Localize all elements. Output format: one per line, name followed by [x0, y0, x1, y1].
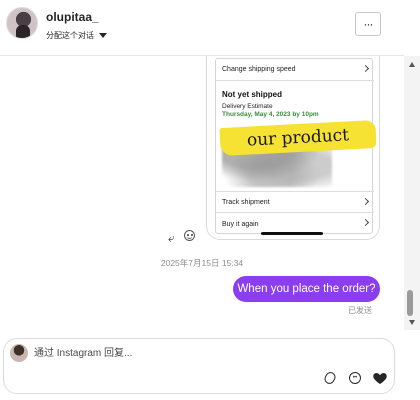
message-composer: •• [3, 338, 395, 394]
avatar [10, 344, 28, 362]
chevron-right-icon [361, 64, 370, 73]
heart-icon[interactable] [372, 370, 388, 386]
change-shipping-label: Change shipping speed [222, 66, 296, 73]
message-input[interactable] [34, 344, 334, 362]
paperclip-icon[interactable] [322, 370, 338, 386]
dm-thread-page: olupitaa_ 分配这个对话 ··· Change shipping spe… [0, 0, 420, 400]
chevron-down-icon [99, 33, 107, 38]
change-shipping-row: Change shipping speed [216, 59, 374, 81]
more-icon: ··· [363, 17, 374, 31]
delivery-estimate-date: Thursday, May 4, 2023 by 10pm [222, 111, 319, 118]
reply-icon[interactable]: ⤶ [168, 231, 175, 246]
assign-conversation-dropdown[interactable]: 分配这个对话 [46, 30, 107, 41]
sticker-icon[interactable]: •• [349, 372, 361, 384]
track-shipment-label: Track shipment [222, 198, 270, 206]
buy-again-label: Buy it again [222, 220, 259, 228]
scrollbar[interactable] [404, 56, 420, 330]
avatar[interactable] [6, 7, 38, 39]
sent-message-bubble[interactable]: When you place the order? [233, 276, 380, 302]
message-text: When you place the order? [237, 283, 376, 295]
shipping-status: Not yet shipped [222, 90, 283, 99]
more-options-button[interactable]: ··· [355, 12, 381, 36]
username[interactable]: olupitaa_ [46, 10, 99, 24]
sent-status: 已发送 [348, 306, 372, 315]
chevron-right-icon [361, 197, 370, 206]
scroll-up-icon[interactable] [409, 62, 415, 67]
track-shipment-row: Track shipment [216, 191, 374, 213]
emoji-reaction-icon[interactable] [184, 230, 195, 241]
assign-label: 分配这个对话 [46, 31, 94, 40]
delivery-estimate-label: Delivery Estimate [222, 103, 273, 110]
chevron-right-icon [361, 218, 370, 227]
scroll-down-icon[interactable] [409, 320, 415, 325]
scrollbar-thumb[interactable] [407, 290, 413, 316]
home-indicator [261, 232, 323, 235]
thread-header: olupitaa_ 分配这个对话 ··· [0, 0, 404, 56]
message-timestamp: 2025年7月15日 15:34 [160, 258, 244, 268]
